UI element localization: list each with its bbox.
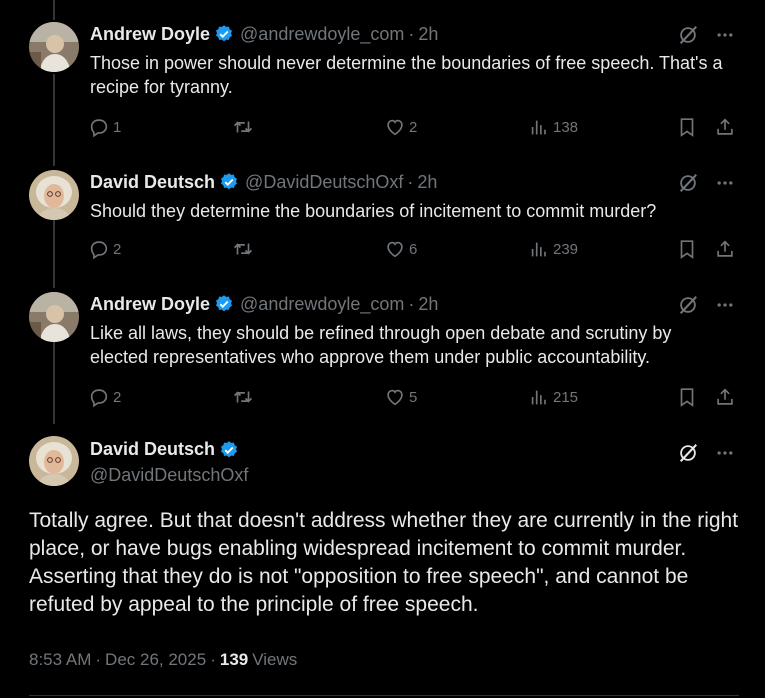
author-handle[interactable]: @andrewdoyle_com: [240, 24, 404, 45]
views-icon: [531, 242, 546, 257]
more-icon[interactable]: [715, 25, 735, 45]
grok-icon[interactable]: [677, 294, 699, 316]
like-icon: [387, 119, 403, 136]
reply-tweet-2[interactable]: David Deutsch @DavidDeutschOxf · 2h Shou…: [0, 170, 765, 280]
divider: [29, 695, 739, 696]
like-count: 6: [409, 240, 418, 258]
grok-icon[interactable]: [677, 442, 699, 464]
bookmark-button[interactable]: [676, 116, 698, 138]
avatar[interactable]: [29, 436, 79, 486]
author-handle[interactable]: @DavidDeutschOxf: [90, 465, 248, 486]
tweet-text: Like all laws, they should be refined th…: [90, 323, 672, 367]
views-count: 138: [553, 118, 579, 136]
verified-badge-icon: [216, 25, 233, 42]
timestamp[interactable]: 2h: [418, 24, 438, 45]
reply-icon: [90, 389, 108, 408]
reply-count: 2: [113, 388, 122, 406]
reply-button[interactable]: 2: [88, 238, 121, 260]
like-button[interactable]: 2: [384, 116, 417, 138]
share-button[interactable]: [714, 116, 736, 138]
more-icon[interactable]: [715, 443, 735, 463]
retweet-button[interactable]: [232, 116, 257, 138]
author-handle[interactable]: @DavidDeutschOxf: [245, 172, 403, 193]
share-icon: [717, 118, 733, 135]
verified-badge-icon: [221, 440, 238, 457]
tweet-header: Andrew Doyle @andrewdoyle_com · 2h: [90, 22, 438, 46]
verified-badge-icon: [216, 295, 233, 312]
avatar[interactable]: [29, 22, 79, 72]
reply-button[interactable]: 2: [88, 386, 121, 408]
views-button[interactable]: 215: [528, 386, 578, 408]
more-icon[interactable]: [715, 295, 735, 315]
bookmark-button[interactable]: [676, 238, 698, 260]
avatar[interactable]: [29, 170, 79, 220]
tweet-text: Should they determine the boundaries of …: [90, 201, 657, 221]
thread-line-top: [53, 0, 55, 20]
timestamp[interactable]: 2h: [418, 294, 438, 315]
author-name[interactable]: Andrew Doyle: [90, 24, 210, 45]
action-bar: 2 5 215: [88, 386, 738, 410]
author-name[interactable]: Andrew Doyle: [90, 294, 210, 315]
views-icon: [531, 390, 546, 405]
avatar[interactable]: [29, 292, 79, 342]
main-tweet-text: Totally agree. But that doesn't address …: [29, 509, 739, 616]
bookmark-icon: [680, 388, 694, 407]
action-bar: 2 6 239: [88, 238, 738, 262]
post-date[interactable]: Dec 26, 2025: [105, 650, 206, 670]
bookmark-icon: [680, 118, 694, 137]
views-count: 215: [553, 388, 579, 406]
reply-count: 2: [113, 240, 122, 258]
author-name[interactable]: David Deutsch: [90, 439, 215, 460]
tweet-meta: 8:53 AM · Dec 26, 2025 · 139 Views: [29, 650, 297, 670]
retweet-icon: [233, 121, 253, 133]
reply-icon: [90, 241, 108, 260]
views-count: 139: [219, 650, 249, 669]
tweet-header: Andrew Doyle @andrewdoyle_com · 2h: [90, 292, 438, 316]
bookmark-icon: [680, 240, 694, 259]
author-handle[interactable]: @andrewdoyle_com: [240, 294, 404, 315]
tweet-header: David Deutsch @DavidDeutschOxf · 2h: [90, 170, 437, 194]
grok-icon[interactable]: [677, 172, 699, 194]
separator: ·: [407, 171, 414, 192]
retweet-button[interactable]: [232, 386, 257, 408]
like-icon: [387, 389, 403, 406]
views-button[interactable]: 239: [528, 238, 578, 260]
views-count: 239: [553, 240, 579, 258]
tweet-text: Those in power should never determine th…: [90, 53, 723, 97]
views-button[interactable]: 138: [528, 116, 578, 138]
like-button[interactable]: 6: [384, 238, 417, 260]
action-bar: 1 2 138: [88, 116, 738, 140]
separator: ·: [408, 293, 415, 314]
grok-icon[interactable]: [677, 24, 699, 46]
like-icon: [387, 241, 403, 258]
more-icon[interactable]: [715, 173, 735, 193]
reply-count: 1: [113, 118, 122, 136]
views-label: Views: [252, 650, 298, 669]
retweet-icon: [233, 391, 253, 403]
reply-tweet-3[interactable]: Andrew Doyle @andrewdoyle_com · 2h Like …: [0, 292, 765, 422]
separator: ·: [95, 650, 102, 669]
views-icon: [531, 120, 546, 135]
like-button[interactable]: 5: [384, 386, 417, 408]
separator: ·: [408, 23, 415, 44]
main-tweet: David Deutsch @DavidDeutschOxf Totally a…: [0, 436, 765, 686]
like-count: 5: [409, 388, 418, 406]
main-author-name-row: David Deutsch: [90, 439, 239, 460]
reply-tweet-1[interactable]: Andrew Doyle @andrewdoyle_com · 2h Those…: [0, 22, 765, 162]
bookmark-button[interactable]: [676, 386, 698, 408]
share-icon: [717, 388, 733, 405]
share-icon: [717, 240, 733, 257]
reply-button[interactable]: 1: [88, 116, 121, 138]
separator: ·: [210, 650, 216, 669]
retweet-button[interactable]: [232, 238, 257, 260]
share-button[interactable]: [714, 386, 736, 408]
retweet-icon: [233, 243, 253, 255]
reply-icon: [90, 119, 108, 138]
verified-badge-icon: [221, 173, 238, 190]
author-name[interactable]: David Deutsch: [90, 172, 215, 193]
share-button[interactable]: [714, 238, 736, 260]
timestamp[interactable]: 2h: [417, 172, 437, 193]
like-count: 2: [409, 118, 418, 136]
post-time[interactable]: 8:53 AM: [29, 650, 91, 670]
